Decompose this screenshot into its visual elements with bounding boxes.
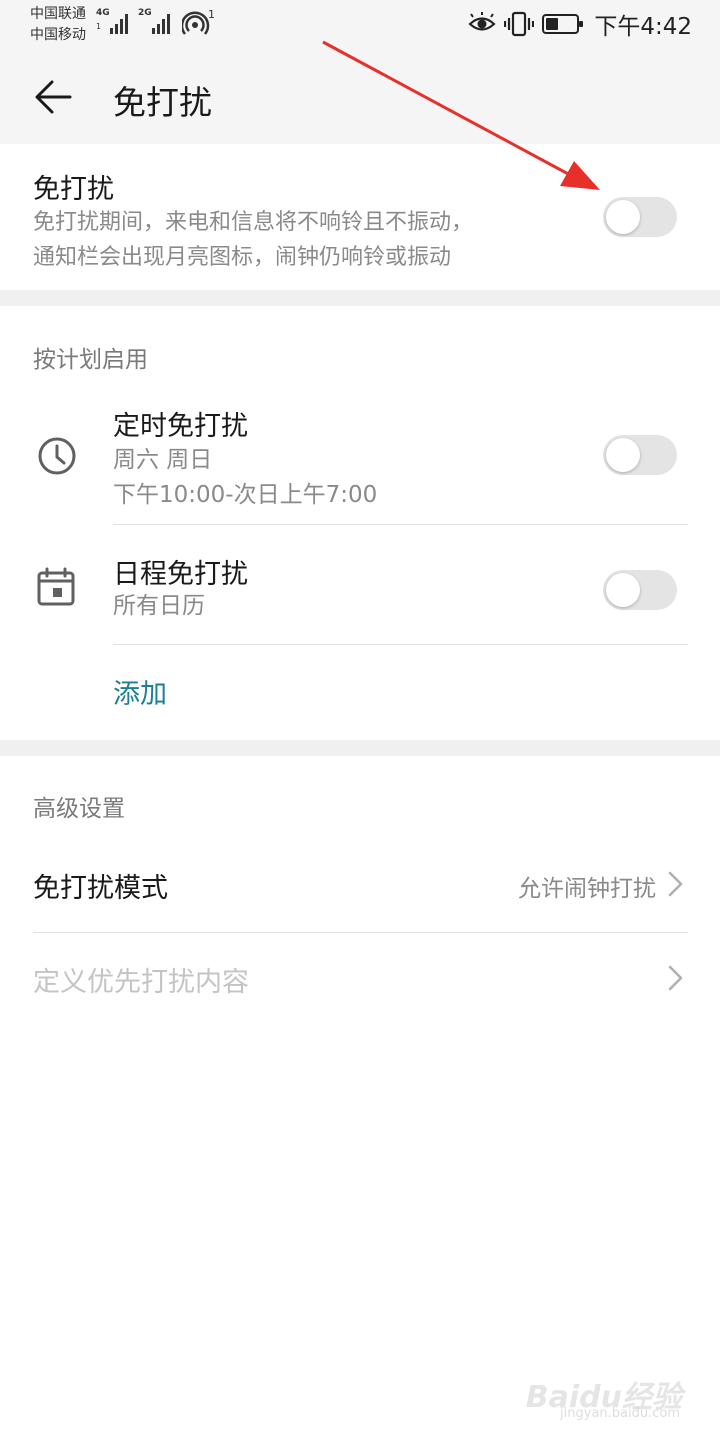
timed-dnd-row[interactable]: 定时免打扰 周六 周日 下午10:00-次日上午7:00 (0, 392, 720, 524)
dnd-mode-value: 允许闹钟打扰 (518, 876, 656, 902)
hotspot-icon: 1 (180, 8, 216, 38)
add-schedule-button[interactable]: 添加 (113, 672, 167, 711)
chevron-right-icon (668, 871, 683, 897)
app-bar: 免打扰 (0, 50, 720, 144)
timed-dnd-title: 定时免打扰 (113, 411, 248, 442)
watermark-url: jingyan.baidu.com (560, 1406, 680, 1421)
status-time: 下午4:42 (594, 14, 692, 40)
eye-icon (468, 12, 496, 36)
clock-icon (38, 437, 76, 475)
dnd-mode-title: 免打扰模式 (33, 873, 168, 904)
arrow-left-icon (35, 80, 72, 114)
timed-dnd-toggle[interactable] (603, 435, 677, 475)
dnd-mode-row[interactable]: 免打扰模式 允许闹钟打扰 (0, 840, 720, 932)
timed-dnd-days: 周六 周日 (113, 447, 213, 473)
battery-icon (542, 13, 584, 35)
divider (113, 644, 688, 645)
vibrate-icon (504, 11, 535, 37)
carrier-names: 中国联通 中国移动 (30, 4, 86, 46)
advanced-section: 高级设置 免打扰模式 允许闹钟打扰 定义优先打扰内容 (0, 756, 720, 1440)
calendar-dnd-row[interactable]: 日程免打扰 所有日历 (0, 525, 720, 644)
advanced-header: 高级设置 (33, 796, 125, 822)
priority-content-title: 定义优先打扰内容 (33, 967, 249, 998)
calendar-icon (37, 567, 75, 606)
dnd-row[interactable]: 免打扰 免打扰期间，来电和信息将不响铃且不振动， 通知栏会出现月亮图标，闹钟仍响… (0, 144, 720, 290)
dnd-description: 免打扰期间，来电和信息将不响铃且不振动， 通知栏会出现月亮图标，闹钟仍响铃或振动 (33, 210, 474, 270)
priority-content-row[interactable]: 定义优先打扰内容 (0, 933, 720, 1025)
carrier-2: 中国移动 (30, 27, 86, 43)
status-bar: 中国联通 中国移动 4G 1 2G 1 下午4:42 (0, 0, 720, 50)
calendar-dnd-toggle[interactable] (603, 570, 677, 610)
timed-dnd-time: 下午10:00-次日上午7:00 (113, 482, 378, 508)
schedule-section: 按计划启用 定时免打扰 周六 周日 下午10:00-次日上午7:00 日程免打扰… (0, 306, 720, 740)
page-title: 免打扰 (113, 83, 212, 122)
back-button[interactable] (30, 74, 76, 120)
carrier-1: 中国联通 (30, 6, 86, 22)
calendar-dnd-title: 日程免打扰 (113, 559, 248, 590)
section-gap (0, 290, 720, 306)
section-gap (0, 740, 720, 756)
schedule-header: 按计划启用 (33, 347, 148, 373)
dnd-toggle[interactable] (603, 197, 677, 237)
calendar-dnd-subtitle: 所有日历 (113, 593, 205, 619)
dnd-title: 免打扰 (33, 174, 114, 205)
chevron-right-icon (668, 965, 683, 991)
